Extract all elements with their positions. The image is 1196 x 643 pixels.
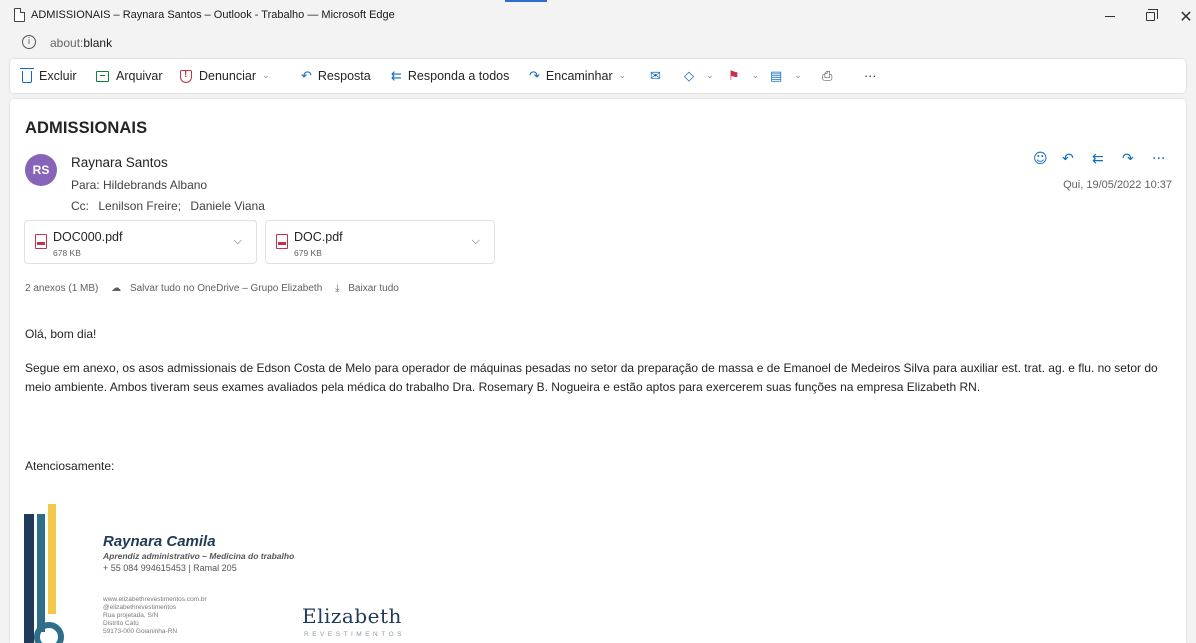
greeting: Olá, bom dia! bbox=[25, 327, 97, 341]
envelope-icon: ✉ bbox=[650, 68, 661, 84]
chevron-down-icon: ⌄ bbox=[751, 71, 760, 81]
close-icon: ✕ bbox=[1179, 6, 1193, 26]
mark-unread-button[interactable]: ✉ bbox=[650, 59, 667, 93]
reply-label: Resposta bbox=[317, 69, 371, 83]
print-button[interactable]: ⎙ bbox=[822, 59, 838, 93]
brand-mark bbox=[34, 622, 64, 643]
forward-button[interactable]: ↷ Encaminhar ⌄ bbox=[529, 59, 626, 93]
archive-icon bbox=[96, 70, 109, 82]
signature-address: Rua projetada, S/N bbox=[103, 612, 159, 619]
download-icon: ⤓ bbox=[335, 283, 340, 294]
categorize-button[interactable]: ◇ ⌄ bbox=[684, 59, 714, 93]
rules-button[interactable]: ▤ ⌄ bbox=[770, 59, 802, 93]
message-date: Qui, 19/05/2022 10:37 bbox=[1063, 179, 1172, 191]
forward-icon[interactable]: ↷ bbox=[1122, 151, 1134, 169]
restore-button[interactable] bbox=[1130, 4, 1170, 28]
minimize-button[interactable] bbox=[1090, 4, 1130, 28]
avatar[interactable]: RS bbox=[25, 154, 57, 186]
forward-icon: ↷ bbox=[529, 68, 540, 84]
pdf-icon bbox=[35, 234, 47, 249]
to-recipients[interactable]: Para: Hildebrands Albano bbox=[71, 178, 207, 192]
reply-icon: ↶ bbox=[301, 68, 312, 84]
attachment-info: 2 anexos (1 MB) ☁ Salvar tudo no OneDriv… bbox=[25, 283, 399, 294]
brand-bar bbox=[24, 514, 34, 643]
page-icon bbox=[14, 8, 25, 22]
signature-website[interactable]: www.elizabethrevestimentos.com.br bbox=[103, 596, 207, 604]
message-toolbar: Excluir Arquivar Denunciar ⌄ ↶ Resposta … bbox=[10, 59, 1186, 93]
reply-all-label: Responda a todos bbox=[407, 69, 510, 83]
reply-icon[interactable]: ↶ bbox=[1062, 151, 1074, 169]
signature-address: 59173-000 Goianinha-RN bbox=[103, 628, 178, 635]
brand-bar bbox=[37, 514, 45, 632]
more-icon: ··· bbox=[864, 69, 877, 83]
signature-phone: + 55 084 994615453 | Ramal 205 bbox=[103, 563, 237, 573]
attachment-name: DOC000.pdf bbox=[53, 230, 123, 244]
pdf-icon bbox=[276, 234, 288, 249]
chevron-down-icon[interactable]: ⌄ bbox=[262, 71, 270, 81]
tag-icon: ◇ bbox=[684, 68, 694, 84]
restore-icon bbox=[1145, 8, 1158, 21]
reply-all-icon: ⇇ bbox=[391, 68, 402, 84]
delete-label: Excluir bbox=[39, 69, 77, 83]
reply-button[interactable]: ↶ Resposta bbox=[301, 59, 371, 93]
chevron-down-icon[interactable]: ⌵ bbox=[234, 234, 242, 248]
sender-name[interactable]: Raynara Santos bbox=[71, 155, 168, 170]
save-onedrive-link[interactable]: Salvar tudo no OneDrive – Grupo Elizabet… bbox=[130, 283, 322, 294]
minimize-icon bbox=[1105, 15, 1115, 17]
download-all-link[interactable]: Baixar tudo bbox=[348, 283, 399, 294]
closing: Atenciosamente: bbox=[25, 459, 115, 473]
message-body: Segue em anexo, os asos admissionais de … bbox=[25, 361, 1158, 394]
info-icon[interactable]: i bbox=[22, 35, 36, 49]
cc-recipient[interactable]: Daniele Viana bbox=[190, 199, 265, 213]
cc-recipient[interactable]: Lenilson Freire; bbox=[98, 199, 181, 213]
attachment-name: DOC.pdf bbox=[294, 230, 343, 244]
url-text[interactable]: about:blank bbox=[50, 36, 112, 50]
attachment-card[interactable]: DOC000.pdf 678 KB ⌵ bbox=[24, 220, 257, 264]
emoji-icon[interactable]: ☺ bbox=[1033, 151, 1048, 169]
brand-bar bbox=[48, 504, 56, 614]
printer-icon: ⎙ bbox=[822, 68, 833, 84]
flag-icon: ⚑ bbox=[728, 68, 740, 84]
cc-label: Cc: bbox=[71, 199, 89, 213]
flag-button[interactable]: ⚑ ⌄ bbox=[728, 59, 759, 93]
rules-icon: ▤ bbox=[770, 68, 783, 84]
attachment-card[interactable]: DOC.pdf 679 KB ⌵ bbox=[265, 220, 495, 264]
archive-label: Arquivar bbox=[116, 69, 163, 83]
company-logo: Elizabeth bbox=[302, 604, 402, 628]
forward-label: Encaminhar bbox=[545, 69, 613, 83]
reply-all-icon[interactable]: ⇇ bbox=[1092, 151, 1104, 169]
message-subject: ADMISSIONAIS bbox=[25, 119, 148, 137]
signature-instagram: @elizabethrevestimentos bbox=[103, 604, 177, 611]
chevron-down-icon[interactable]: ⌄ bbox=[619, 71, 627, 81]
archive-button[interactable]: Arquivar bbox=[96, 59, 163, 93]
delete-button[interactable]: Excluir bbox=[20, 59, 77, 93]
address-bar[interactable]: i about:blank bbox=[0, 31, 1196, 55]
trash-icon bbox=[20, 68, 34, 83]
attachment-size: 678 KB bbox=[53, 248, 81, 258]
email-signature: Raynara Camila Aprendiz administrativo –… bbox=[24, 504, 464, 643]
attachment-count: 2 anexos (1 MB) bbox=[25, 283, 99, 294]
report-label: Denunciar bbox=[199, 69, 256, 83]
chevron-down-icon[interactable]: ⌵ bbox=[472, 234, 480, 248]
more-icon[interactable]: ··· bbox=[1152, 151, 1165, 169]
shield-icon bbox=[180, 69, 192, 83]
company-logo-subtitle: REVESTIMENTOS bbox=[304, 631, 406, 638]
chevron-down-icon: ⌄ bbox=[706, 71, 714, 81]
signature-address: Distrito Catú bbox=[103, 620, 139, 627]
loading-indicator bbox=[505, 0, 547, 2]
browser-titlebar: ADMISSIONAIS – Raynara Santos – Outlook … bbox=[0, 0, 1196, 31]
signature-role: Aprendiz administrativo – Medicina do tr… bbox=[103, 551, 295, 561]
signature-name: Raynara Camila bbox=[103, 533, 216, 550]
close-window-button[interactable]: ✕ bbox=[1166, 4, 1196, 28]
chevron-down-icon: ⌄ bbox=[794, 71, 802, 81]
attachment-size: 679 KB bbox=[294, 248, 322, 258]
window-title: ADMISSIONAIS – Raynara Santos – Outlook … bbox=[31, 9, 395, 21]
reading-pane: ADMISSIONAIS RS Raynara Santos Para: Hil… bbox=[10, 99, 1186, 643]
cloud-icon: ☁ bbox=[111, 283, 122, 294]
reply-all-button[interactable]: ⇇ Responda a todos bbox=[391, 59, 509, 93]
more-actions-button[interactable]: ··· bbox=[864, 59, 877, 93]
cc-recipients[interactable]: Cc: Lenilson Freire; Daniele Viana bbox=[71, 199, 265, 213]
report-button[interactable]: Denunciar ⌄ bbox=[180, 59, 270, 93]
